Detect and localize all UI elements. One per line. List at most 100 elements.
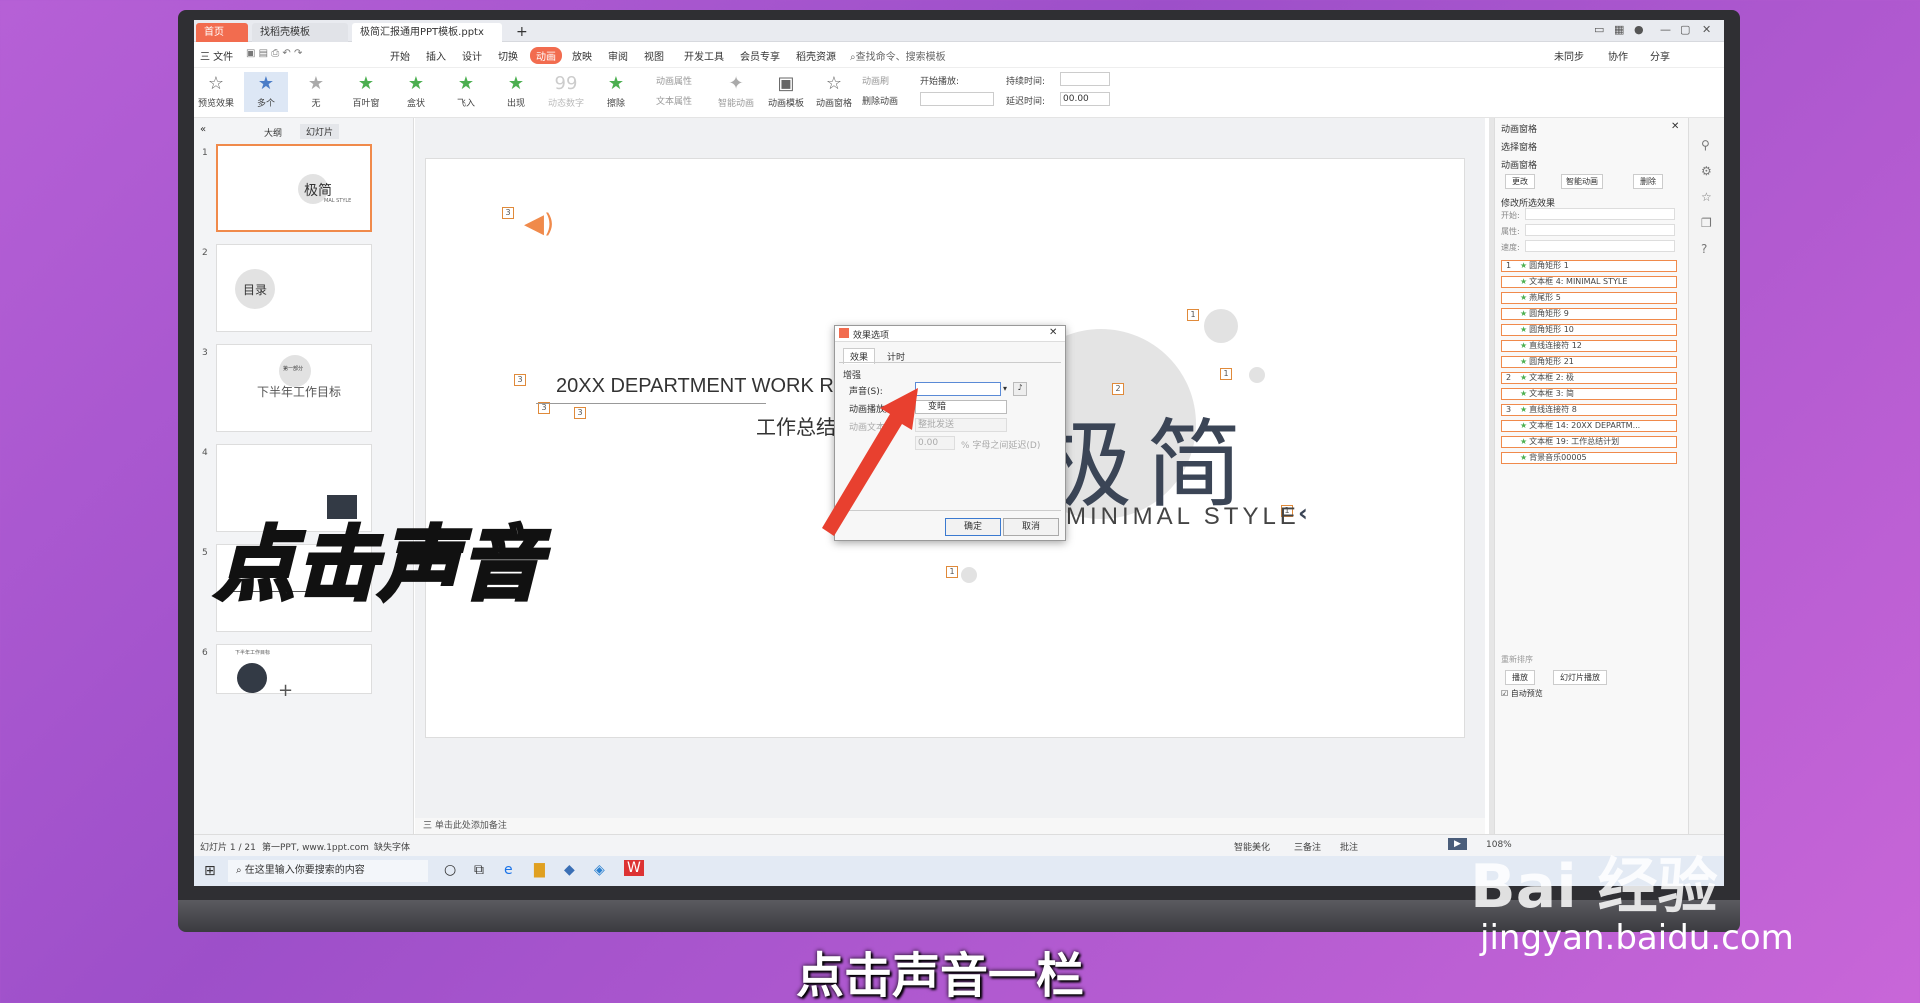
menu-review[interactable]: 审阅 bbox=[608, 48, 628, 63]
close-icon[interactable]: ✕ bbox=[1049, 327, 1057, 338]
notes-area[interactable]: 三 单击此处添加备注 bbox=[415, 818, 1485, 834]
anim-list-item[interactable]: ★ 燕尾形 5 bbox=[1501, 292, 1677, 304]
anim-brush-button[interactable]: 动画刷 bbox=[862, 74, 889, 87]
copy-icon[interactable]: ❐ bbox=[1701, 216, 1712, 230]
cortana-icon[interactable]: ○ bbox=[444, 862, 456, 878]
slide-thumb-3[interactable]: 第一部分 下半年工作目标 bbox=[216, 344, 372, 432]
wps-icon[interactable]: W bbox=[624, 860, 644, 876]
collab-button[interactable]: 协作 bbox=[1608, 48, 1628, 63]
anim-list-item[interactable]: ★ 圆角矩形 9 bbox=[1501, 308, 1677, 320]
select-pane-link[interactable]: 选择窗格 bbox=[1501, 140, 1537, 153]
wipe-effect-button[interactable]: ★ 擦除 bbox=[594, 72, 638, 112]
menu-resource[interactable]: 稻壳资源 bbox=[796, 48, 836, 63]
settings-icon[interactable]: ⚙ bbox=[1701, 164, 1712, 178]
close-icon[interactable]: ✕ bbox=[1671, 121, 1679, 132]
autopreview-checkbox[interactable]: ☑ 自动预览 bbox=[1501, 688, 1543, 699]
add-slide-button[interactable]: + bbox=[278, 680, 293, 701]
menu-design[interactable]: 设计 bbox=[462, 48, 482, 63]
smart-beautify-button[interactable]: 智能美化 bbox=[1234, 840, 1270, 853]
anim-list-item[interactable]: 3 ★ 直线连接符 8 bbox=[1501, 404, 1677, 416]
none-effect-button[interactable]: ★ 无 bbox=[294, 72, 338, 112]
delay-input[interactable]: 00.00 bbox=[1060, 92, 1110, 106]
play-slideshow-icon[interactable]: ▶ bbox=[1448, 838, 1467, 850]
slide-thumb-6[interactable]: 下半年工作目标 bbox=[216, 644, 372, 694]
anim-list-item[interactable]: ★ 圆角矩形 10 bbox=[1501, 324, 1677, 336]
anim-list-item[interactable]: ★ 文本框 4: MINIMAL STYLE bbox=[1501, 276, 1677, 288]
windows-start-icon[interactable]: ⊞ bbox=[204, 863, 216, 879]
slide-style-text[interactable]: MINIMAL STYLE bbox=[1066, 503, 1300, 531]
share-button[interactable]: 分享 bbox=[1650, 48, 1670, 63]
layout-icon[interactable]: ▭ bbox=[1594, 23, 1604, 36]
slide-title-en[interactable]: 20XX DEPARTMENT WORK R bbox=[556, 375, 834, 398]
ok-button[interactable]: 确定 bbox=[945, 518, 1001, 536]
menu-start[interactable]: 开始 bbox=[390, 48, 410, 63]
speaker-icon[interactable]: ◀) bbox=[524, 209, 554, 239]
anim-pane-button[interactable]: ☆ 动画窗格 bbox=[812, 72, 856, 112]
multi-button[interactable]: ★ 多个 bbox=[244, 72, 288, 112]
change-button[interactable]: 更改 bbox=[1505, 174, 1535, 189]
grid-icon[interactable]: ▦ bbox=[1614, 23, 1624, 36]
tab-outline[interactable]: 大纲 bbox=[264, 126, 282, 139]
taskview-icon[interactable]: ⧉ bbox=[474, 862, 484, 878]
after-anim-select[interactable]: 变暗 bbox=[915, 400, 1007, 414]
help-icon[interactable]: ? bbox=[1701, 242, 1707, 256]
anim-template-button[interactable]: ▣ 动画模板 bbox=[764, 72, 808, 112]
slide-thumb-2[interactable]: 目录 bbox=[216, 244, 372, 332]
menu-switch[interactable]: 切换 bbox=[498, 48, 518, 63]
sync-status[interactable]: 未同步 bbox=[1554, 48, 1584, 63]
tab-file[interactable]: 极简汇报通用PPT模板.pptx bbox=[352, 23, 502, 42]
box-effect-button[interactable]: ★ 盒状 bbox=[394, 72, 438, 112]
sound-select[interactable] bbox=[915, 382, 1001, 396]
menu-devtools[interactable]: 开发工具 bbox=[684, 48, 724, 63]
tab-slides[interactable]: 幻灯片 bbox=[300, 124, 340, 139]
blinds-effect-button[interactable]: ★ 百叶窗 bbox=[344, 72, 388, 112]
menu-view[interactable]: 视图 bbox=[644, 48, 664, 63]
tab-template[interactable]: 找稻壳模板 bbox=[252, 23, 348, 42]
anim-list-item[interactable]: ★ 直线连接符 12 bbox=[1501, 340, 1677, 352]
add-tab-button[interactable]: + bbox=[508, 23, 528, 42]
anim-list-item[interactable]: 1 ★ 圆角矩形 1 bbox=[1501, 260, 1677, 272]
duration-input[interactable] bbox=[1060, 72, 1110, 86]
minimize-icon[interactable]: — bbox=[1660, 23, 1671, 36]
menu-animation[interactable]: 动画 bbox=[530, 47, 562, 64]
folder-icon[interactable]: ▇ bbox=[534, 862, 545, 878]
slideshow-button[interactable]: 幻灯片播放 bbox=[1553, 670, 1607, 685]
speed-select[interactable] bbox=[1525, 240, 1675, 252]
menu-member[interactable]: 会员专享 bbox=[740, 48, 780, 63]
menu-file[interactable]: 三 文件 bbox=[200, 48, 233, 63]
start-select[interactable] bbox=[1525, 208, 1675, 220]
start-play-select[interactable] bbox=[920, 92, 994, 106]
anim-list-item[interactable]: ★ 文本框 19: 工作总结计划 bbox=[1501, 436, 1677, 448]
cancel-button[interactable]: 取消 bbox=[1003, 518, 1059, 536]
smart-anim-button[interactable]: 智能动画 bbox=[1561, 174, 1603, 189]
maximize-icon[interactable]: ▢ bbox=[1680, 23, 1690, 36]
anim-prop-dropdown[interactable]: 动画属性 bbox=[656, 74, 692, 87]
tool-icon[interactable]: ⚲ bbox=[1701, 138, 1710, 152]
anim-list-item[interactable]: 2 ★ 文本框 2: 极 bbox=[1501, 372, 1677, 384]
tab-home[interactable]: 首页 bbox=[196, 23, 248, 42]
smart-anim-button[interactable]: ✦ 智能动画 bbox=[714, 72, 758, 112]
dynamic-number-button[interactable]: 99 动态数字 bbox=[544, 72, 588, 112]
appear-effect-button[interactable]: ★ 出现 bbox=[494, 72, 538, 112]
collapse-icon[interactable]: « bbox=[200, 124, 206, 135]
preview-effect-button[interactable]: ☆ 预览效果 bbox=[194, 72, 238, 112]
search-command[interactable]: ⌕查找命令、搜索模板 bbox=[850, 48, 946, 63]
sound-play-icon[interactable]: ♪ bbox=[1013, 382, 1027, 396]
notes-button[interactable]: 三备注 bbox=[1294, 840, 1321, 853]
quick-access-icons[interactable]: ▣ ▤ ⎙ ↶ ↷ bbox=[246, 48, 302, 59]
slide-thumb-1[interactable]: 极简 MAL STYLE bbox=[216, 144, 372, 232]
anim-list-item[interactable]: ★ 文本框 3: 简 bbox=[1501, 388, 1677, 400]
anim-list-item[interactable]: ★ 圆角矩形 21 bbox=[1501, 356, 1677, 368]
comment-button[interactable]: 批注 bbox=[1340, 840, 1358, 853]
menu-insert[interactable]: 插入 bbox=[426, 48, 446, 63]
missing-font[interactable]: 缺失字体 bbox=[374, 840, 410, 853]
menu-slideshow[interactable]: 放映 bbox=[572, 48, 592, 63]
edge-icon[interactable]: e bbox=[504, 862, 513, 878]
app-icon[interactable]: ◆ bbox=[564, 862, 575, 878]
taskbar-search[interactable]: ⌕ 在这里输入你要搜索的内容 bbox=[228, 860, 428, 882]
play-button[interactable]: 播放 bbox=[1505, 670, 1535, 685]
anim-list-item[interactable]: ★ 背景音乐00005 bbox=[1501, 452, 1677, 464]
text-prop-dropdown[interactable]: 文本属性 bbox=[656, 94, 692, 107]
anim-list-item[interactable]: ★ 文本框 14: 20XX DEPARTM... bbox=[1501, 420, 1677, 432]
prop-select[interactable] bbox=[1525, 224, 1675, 236]
